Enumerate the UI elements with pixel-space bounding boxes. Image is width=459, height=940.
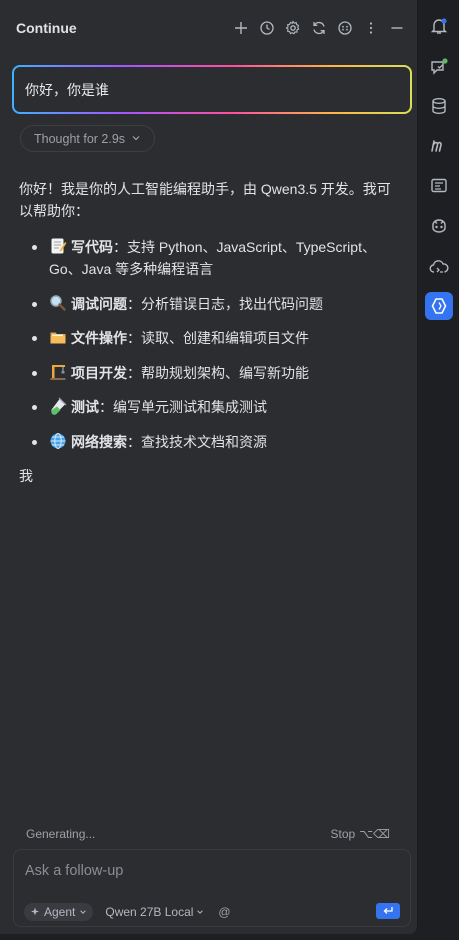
plus-icon[interactable] (230, 17, 252, 39)
item-title: 项目开发 (71, 364, 127, 381)
test-tube-icon (51, 397, 67, 415)
item-title: 调试问题 (71, 295, 127, 312)
input-toolbar: Agent Qwen 27B Local @ (24, 902, 400, 922)
header-toolbar (230, 17, 408, 39)
mode-label: Agent (44, 905, 76, 919)
notifications-icon[interactable] (425, 12, 453, 40)
list-item: 测试：编写单元测试和集成测试 (19, 396, 404, 418)
model-selector[interactable]: Qwen 27B Local (105, 905, 204, 919)
continue-panel: Continue 你好，你是谁 Thought for 2.9s 你好！我是你的… (0, 0, 418, 934)
list-item: 调试问题：分析错误日志，找出代码问题 (19, 293, 404, 315)
thought-toggle[interactable]: Thought for 2.9s (20, 125, 156, 152)
item-text: ：编写单元测试和集成测试 (99, 399, 267, 415)
user-message-text: 你好，你是谁 (14, 67, 410, 112)
gear-icon[interactable] (282, 17, 304, 39)
more-icon[interactable] (360, 17, 382, 39)
m-icon[interactable] (425, 131, 453, 159)
assistant-intro: 你好！我是你的人工智能编程助手，由 Qwen3.5 开发。我可以帮助你： (19, 181, 391, 219)
database-icon[interactable] (425, 92, 453, 120)
item-title: 文件操作 (71, 330, 127, 346)
copilot-icon[interactable] (425, 212, 453, 240)
chevron-down-icon (80, 910, 87, 914)
terminal-log-icon[interactable] (425, 172, 453, 200)
item-text: ：读取、创建和编辑项目文件 (127, 330, 309, 346)
right-tool-strip (420, 0, 459, 940)
item-text: ：分析错误日志，找出代码问题 (127, 295, 323, 312)
followup-input[interactable]: Ask a follow-up Agent Qwen 27B Local @ (13, 849, 411, 927)
mention-button[interactable]: @ (218, 905, 230, 919)
input-placeholder: Ask a follow-up (25, 863, 124, 879)
item-title: 写代码 (71, 239, 113, 255)
assistant-message: 你好！我是你的人工智能编程助手，由 Qwen3.5 开发。我可以帮助你： 写代码… (19, 178, 404, 487)
folder-icon (50, 332, 66, 344)
refresh-icon[interactable] (308, 17, 330, 39)
construction-icon (50, 364, 66, 380)
continue-icon[interactable] (425, 292, 453, 320)
cloud-code-icon[interactable] (425, 253, 453, 281)
capability-list: 写代码：支持 Python、JavaScript、TypeScript、Go、J… (19, 236, 404, 453)
thought-label: Thought for 2.9s (34, 131, 126, 146)
memo-icon (51, 238, 67, 254)
user-message[interactable]: 你好，你是谁 (12, 65, 412, 114)
stop-label: Stop (330, 827, 356, 841)
item-text: ：查找技术文档和资源 (127, 433, 267, 450)
list-item: 项目开发：帮助规划架构、编写新功能 (19, 362, 404, 384)
magnifier-icon (50, 294, 66, 311)
item-text: ：帮助规划架构、编写新功能 (127, 364, 309, 381)
panel-title: Continue (16, 20, 77, 36)
send-button[interactable] (376, 903, 400, 919)
list-item: 文件操作：读取、创建和编辑项目文件 (19, 327, 404, 349)
stop-shortcut: ⌥⌫ (359, 827, 390, 841)
history-icon[interactable] (256, 17, 278, 39)
enter-icon (383, 907, 393, 914)
ai-chat-icon[interactable] (425, 53, 453, 81)
streaming-text: 我 (19, 468, 33, 484)
sparkle-icon (31, 907, 39, 916)
panel-header: Continue (0, 0, 418, 56)
minimize-icon[interactable] (386, 17, 408, 39)
generation-status: Generating... Stop ⌥⌫ (26, 825, 390, 843)
generating-label: Generating... (26, 827, 96, 841)
mode-selector[interactable]: Agent (24, 903, 94, 921)
globe-icon (50, 432, 66, 449)
model-label: Qwen 27B Local (105, 905, 194, 919)
item-title: 测试 (71, 399, 99, 415)
list-item: 网络搜索：查找技术文档和资源 (19, 431, 404, 453)
chevron-down-icon (131, 132, 141, 146)
emoji-icon[interactable] (334, 17, 356, 39)
chevron-down-icon (197, 910, 204, 914)
item-title: 网络搜索 (71, 433, 127, 450)
stop-button[interactable]: Stop ⌥⌫ (331, 827, 390, 841)
list-item: 写代码：支持 Python、JavaScript、TypeScript、Go、J… (19, 236, 404, 280)
